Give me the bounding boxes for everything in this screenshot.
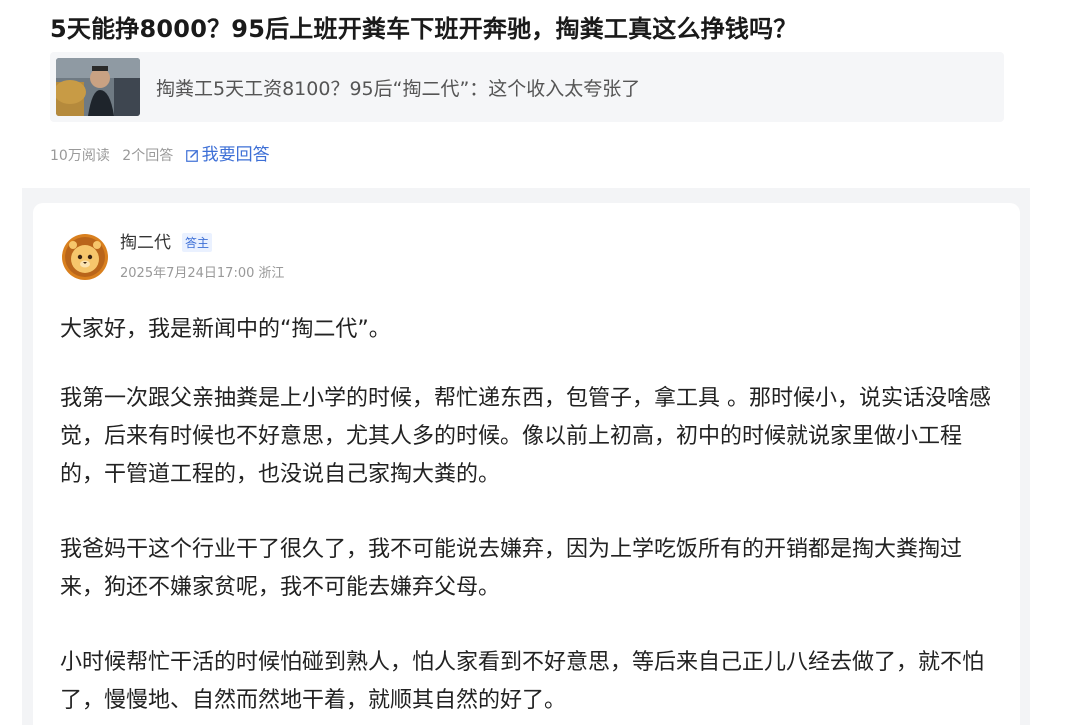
answer-meta: 2025年7月24日17:00 浙江 xyxy=(120,262,284,281)
related-article-title[interactable]: 掏粪工5天工资8100？95后“掏二代”：这个收入太夸张了 xyxy=(156,74,640,101)
worker-photo-thumbnail xyxy=(56,58,140,116)
lion-avatar-icon[interactable] xyxy=(60,231,110,281)
read-count: 10万阅读 xyxy=(50,148,110,164)
answer-paragraph: 我第一次跟父亲抽粪是上小学的时候，帮忙递东西，包管子，拿工具 。那时候小，说实话… xyxy=(60,386,991,487)
question-stats: 10万阅读 2个回答 我要回答 xyxy=(50,140,286,167)
answer-paragraph: 我爸妈干这个行业干了很久了，我不可能说去嫌弃，因为上学吃饭所有的开销都是掏大粪掏… xyxy=(60,537,963,600)
author-badge: 答主 xyxy=(182,233,213,252)
question-title[interactable]: 5天能挣8000？95后上班开粪车下班开奔驰，掏粪工真这么挣钱吗？ xyxy=(50,9,798,44)
answer-time: 2025年7月24日17:00 xyxy=(120,266,255,281)
answer-paragraph: 小时候帮忙干活的时候怕碰到熟人，怕人家看到不好意思，等后来自己正儿八经去做了，就… xyxy=(60,650,985,713)
answer-paragraph: 大家好，我是新闻中的“掏二代”。 xyxy=(60,317,391,342)
related-article-card[interactable]: 掏粪工5天工资8100？95后“掏二代”：这个收入太夸张了 xyxy=(50,52,1004,122)
answer-count: 2个回答 xyxy=(122,148,174,164)
answer-location: 浙江 xyxy=(258,266,285,281)
author-name[interactable]: 掏二代 xyxy=(120,228,171,253)
write-answer-label[interactable]: 我要回答 xyxy=(202,145,270,165)
page: 5天能挣8000？95后上班开粪车下班开奔驰，掏粪工真这么挣钱吗？ 掏粪工5天工… xyxy=(0,0,1080,725)
write-answer-link[interactable]: 我要回答 xyxy=(185,145,278,167)
edit-icon xyxy=(185,147,199,167)
